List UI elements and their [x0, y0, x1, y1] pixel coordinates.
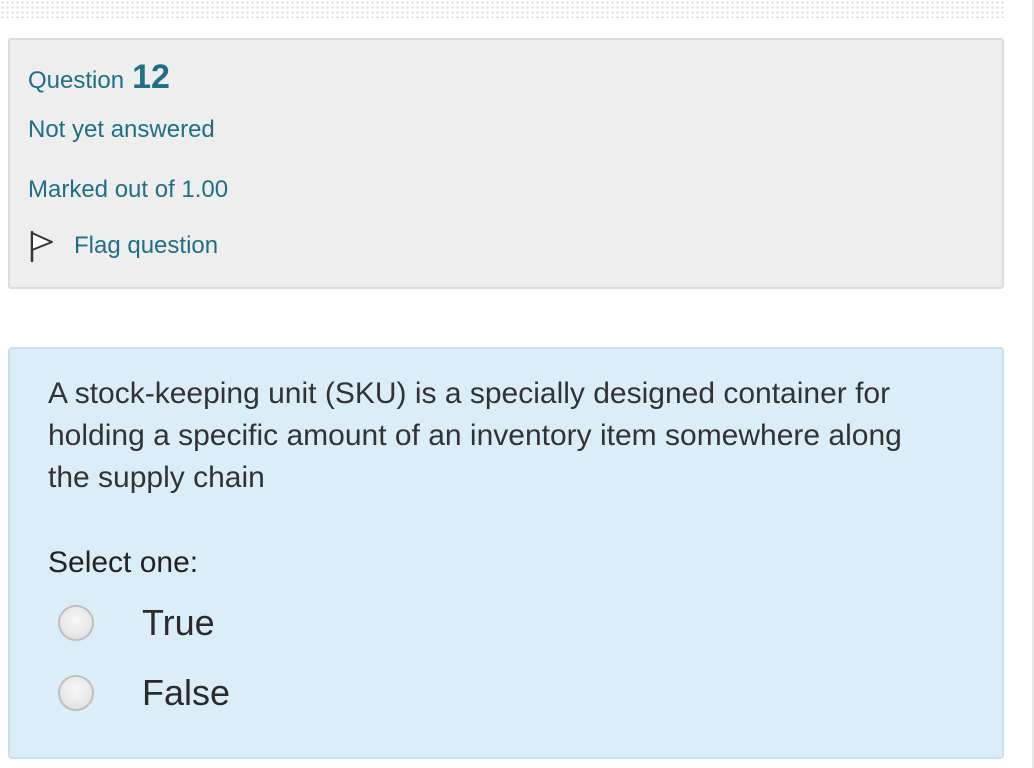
answer-option-true[interactable]: True — [58, 601, 215, 645]
false-radio-button[interactable] — [58, 675, 94, 711]
question-state: Not yet answered — [28, 116, 215, 143]
answer-option-false[interactable]: False — [58, 671, 230, 715]
select-one-prompt: Select one: — [48, 546, 199, 579]
question-info-panel: Question 12 Not yet answered Marked out … — [8, 38, 1004, 289]
flag-question-button[interactable]: Flag question — [28, 230, 219, 263]
question-heading: Question 12 — [28, 58, 170, 97]
question-grade: Marked out of 1.00 — [28, 176, 229, 203]
question-number: 12 — [132, 58, 170, 96]
question-word: Question — [28, 67, 125, 94]
true-radio-button[interactable] — [58, 605, 94, 641]
question-content-panel: A stock-keeping unit (SKU) is a speciall… — [8, 347, 1004, 759]
false-answer-label[interactable]: False — [142, 672, 230, 714]
question-text: A stock-keeping unit (SKU) is a speciall… — [48, 377, 902, 494]
flag-icon — [28, 230, 56, 263]
flag-question-label: Flag question — [74, 232, 219, 259]
true-answer-label[interactable]: True — [142, 602, 215, 644]
dotted-separator — [0, 0, 1006, 18]
